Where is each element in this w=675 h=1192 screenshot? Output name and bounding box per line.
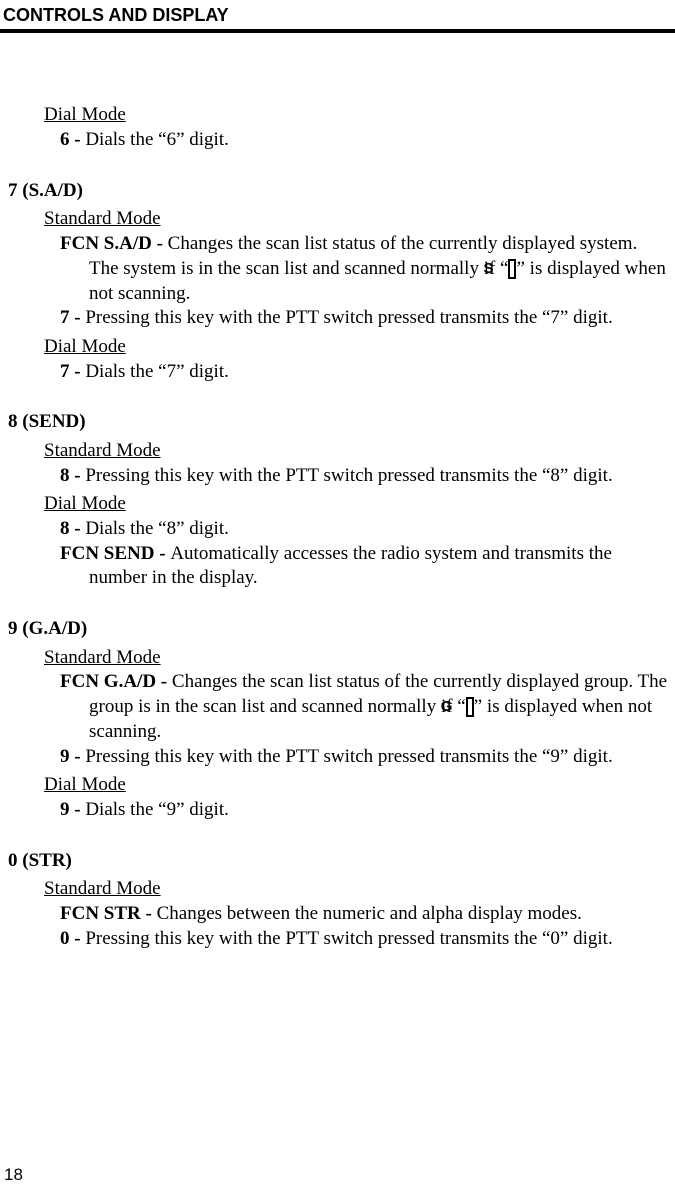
- key-heading: 8 (SEND): [8, 410, 667, 435]
- item-label: 9 -: [60, 799, 85, 820]
- list-item: FCN S.A/D - Changes the scan list status…: [89, 232, 667, 306]
- mode-label: Standard Mode: [44, 646, 667, 671]
- page-header: CONTROLS AND DISPLAY: [0, 0, 675, 33]
- item-label: 8 -: [60, 518, 85, 539]
- list-item: FCN G.A/D - Changes the scan list status…: [89, 670, 667, 744]
- mode-label: Dial Mode: [44, 103, 667, 128]
- list-item: FCN SEND - Automatically accesses the ra…: [89, 542, 667, 591]
- list-item: FCN STR - Changes between the numeric an…: [89, 902, 667, 927]
- item-text: Dials the “7” digit.: [85, 361, 229, 382]
- key-heading: 0 (STR): [8, 849, 667, 874]
- key-heading: 9 (G.A/D): [8, 617, 667, 642]
- g-box-icon: G: [466, 697, 474, 717]
- item-text: Pressing this key with the PTT switch pr…: [85, 928, 612, 949]
- list-item: 8 - Dials the “8” digit.: [89, 517, 667, 542]
- item-label: FCN SEND -: [60, 543, 170, 564]
- item-label: FCN S.A/D -: [60, 233, 168, 254]
- item-text: Changes between the numeric and alpha di…: [157, 903, 582, 924]
- list-item: 7 - Dials the “7” digit.: [89, 360, 667, 385]
- item-label: FCN STR -: [60, 903, 157, 924]
- mode-label: Standard Mode: [44, 877, 667, 902]
- item-text: Pressing this key with the PTT switch pr…: [85, 746, 612, 767]
- item-text: Pressing this key with the PTT switch pr…: [85, 307, 612, 328]
- list-item: 7 - Pressing this key with the PTT switc…: [89, 306, 667, 331]
- item-text: Dials the “9” digit.: [85, 799, 229, 820]
- page-number: 18: [4, 1164, 23, 1186]
- item-label: 0 -: [60, 928, 85, 949]
- item-text: Pressing this key with the PTT switch pr…: [85, 465, 612, 486]
- item-text: Dials the “6” digit.: [85, 129, 229, 150]
- mode-label: Dial Mode: [44, 335, 667, 360]
- list-item: 8 - Pressing this key with the PTT switc…: [89, 464, 667, 489]
- key-heading: 7 (S.A/D): [8, 179, 667, 204]
- item-label: 7 -: [60, 361, 85, 382]
- list-item: 9 - Pressing this key with the PTT switc…: [89, 745, 667, 770]
- mode-label: Standard Mode: [44, 207, 667, 232]
- mode-label: Standard Mode: [44, 439, 667, 464]
- item-label: 9 -: [60, 746, 85, 767]
- item-label: 7 -: [60, 307, 85, 328]
- item-label: 6 -: [60, 129, 85, 150]
- mode-label: Dial Mode: [44, 492, 667, 517]
- list-item: 9 - Dials the “9” digit.: [89, 798, 667, 823]
- page-content: Dial Mode 6 - Dials the “6” digit. 7 (S.…: [0, 103, 675, 951]
- item-label: FCN G.A/D -: [60, 671, 172, 692]
- list-item: 6 - Dials the “6” digit.: [60, 128, 667, 153]
- list-item: 0 - Pressing this key with the PTT switc…: [89, 927, 667, 952]
- item-text: Dials the “8” digit.: [85, 518, 229, 539]
- item-label: 8 -: [60, 465, 85, 486]
- mode-label: Dial Mode: [44, 773, 667, 798]
